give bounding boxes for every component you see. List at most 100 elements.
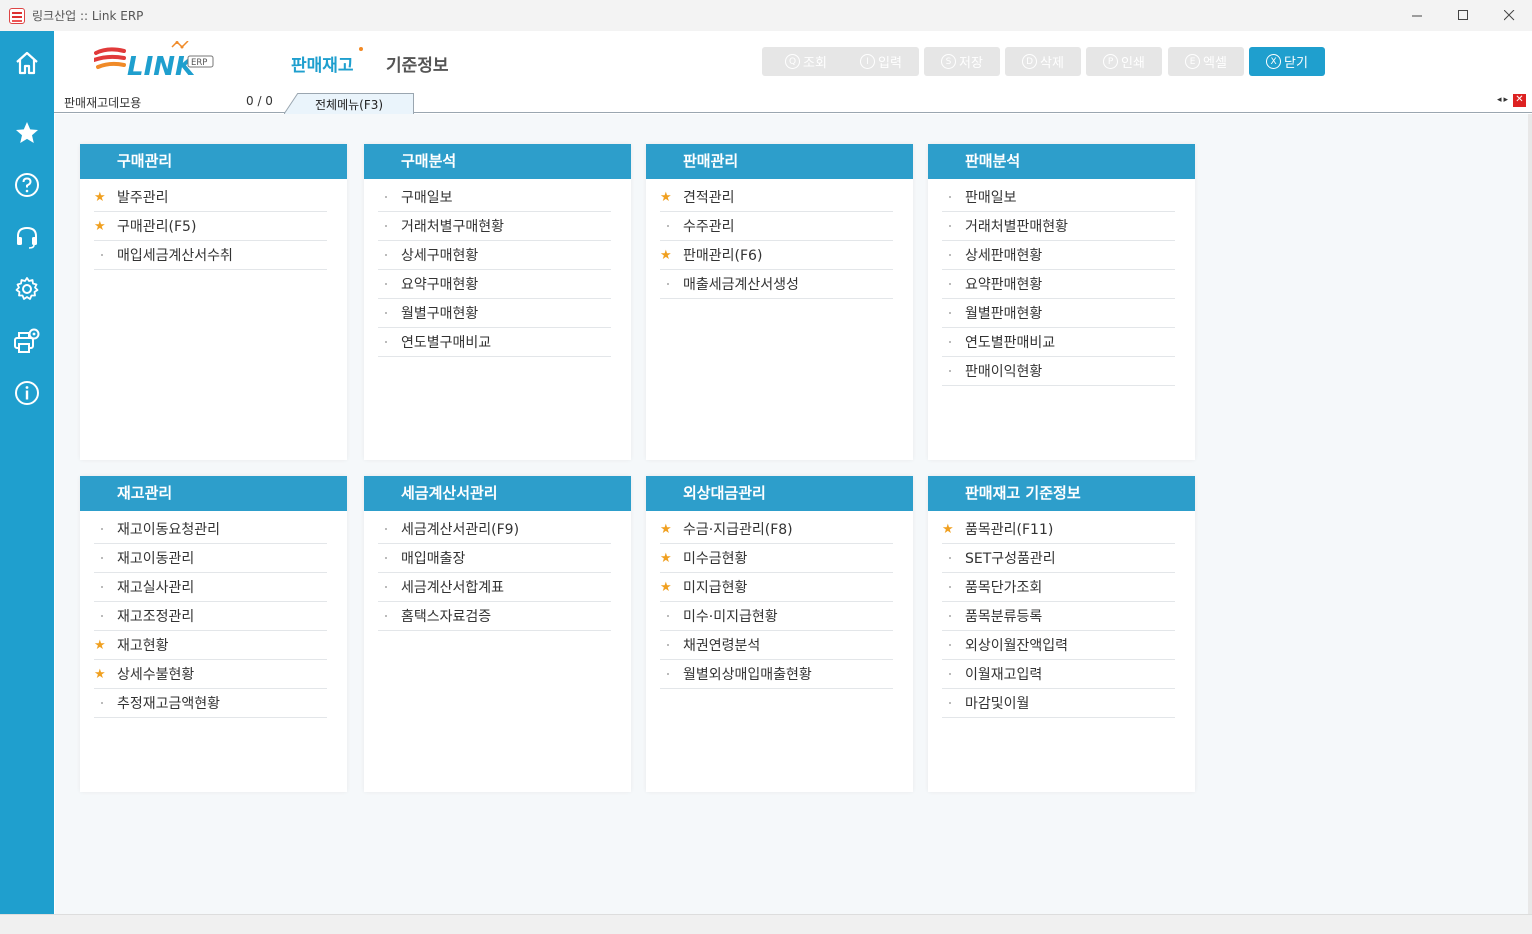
menu-item[interactable]: 재고실사관리	[94, 573, 327, 602]
menu-item[interactable]: ★ 상세수불현황	[94, 660, 327, 689]
menu-item[interactable]: 매입매출장	[378, 544, 611, 573]
menu-item[interactable]: 품목단가조회	[942, 573, 1175, 602]
menu-item-label: 재고이동요청관리	[117, 522, 221, 538]
favorite-star-icon[interactable]: ★	[94, 190, 106, 205]
menu-item-label: 채권연령분석	[683, 638, 761, 654]
menu-item[interactable]: ★ 미지급현황	[660, 573, 893, 602]
menu-item[interactable]: 세금계산서합계표	[378, 573, 611, 602]
bullet-dot-icon	[101, 702, 103, 704]
toolbar-button-label: 입력	[878, 56, 902, 71]
menu-item[interactable]: ★ 판매관리(F6)	[660, 241, 893, 270]
menu-item[interactable]: 이월재고입력	[942, 660, 1175, 689]
menu-item[interactable]: 연도별판매비교	[942, 328, 1175, 357]
menu-item[interactable]: ★ 구매관리(F5)	[94, 212, 327, 241]
toolbar-button-4[interactable]: P 인쇄	[1086, 47, 1162, 76]
menu-item[interactable]: 재고이동관리	[94, 544, 327, 573]
toolbar-button-2[interactable]: S 저장	[924, 47, 1000, 76]
star-icon[interactable]	[13, 119, 41, 147]
menu-item[interactable]: 마감및이월	[942, 689, 1175, 718]
menu-item[interactable]: 채권연령분석	[660, 631, 893, 660]
toolbar-button-5[interactable]: E 엑셀	[1168, 47, 1244, 76]
menu-item[interactable]: 추정재고금액현황	[94, 689, 327, 718]
menu-item[interactable]: 거래처별구매현황	[378, 212, 611, 241]
menu-item[interactable]: 외상이월잔액입력	[942, 631, 1175, 660]
toolbar-button-3[interactable]: D 삭제	[1005, 47, 1081, 76]
close-tab-button[interactable]: ✕	[1513, 94, 1526, 107]
menu-item[interactable]: 홈택스자료검증	[378, 602, 611, 631]
menu-card-title: 외상대금관리	[646, 476, 913, 511]
menu-item[interactable]: ★ 품목관리(F11)	[942, 515, 1175, 544]
favorite-star-icon[interactable]: ★	[660, 248, 672, 263]
nav-tab-sales-inventory[interactable]: 판매재고	[291, 51, 354, 76]
help-icon[interactable]	[13, 171, 41, 199]
favorite-star-icon[interactable]: ★	[660, 190, 672, 205]
menu-item[interactable]: 판매일보	[942, 183, 1175, 212]
link-erp-logo[interactable]: LINK ERP	[92, 40, 218, 82]
menu-card: 재고관리 재고이동요청관리 재고이동관리 재고실사관리 재고조정관리 ★ 재고현황 ★ 상세수불…	[80, 476, 347, 792]
menu-card: 판매재고 기준정보 ★ 품목관리(F11) SET구성품관리 품목단가조회 품목분류등록 외…	[928, 476, 1195, 792]
menu-item[interactable]: 거래처별판매현황	[942, 212, 1175, 241]
menu-item[interactable]: 세금계산서관리(F9)	[378, 515, 611, 544]
bullet-dot-icon	[385, 254, 387, 256]
favorite-star-icon[interactable]: ★	[660, 551, 672, 566]
menu-item[interactable]: ★ 수금·지급관리(F8)	[660, 515, 893, 544]
menu-card-title: 구매관리	[80, 144, 347, 179]
menu-item-label: SET구성품관리	[965, 551, 1056, 567]
menu-item[interactable]: 월별구매현황	[378, 299, 611, 328]
menu-item[interactable]: 매출세금계산서생성	[660, 270, 893, 299]
nav-tab-base-info[interactable]: 기준정보	[386, 51, 449, 76]
menu-item[interactable]: 월별판매현황	[942, 299, 1175, 328]
favorite-star-icon[interactable]: ★	[94, 638, 106, 653]
menu-item[interactable]: ★ 재고현황	[94, 631, 327, 660]
menu-item-label: 발주관리	[117, 190, 169, 206]
menu-item[interactable]: 재고조정관리	[94, 602, 327, 631]
printer-settings-icon[interactable]	[13, 327, 41, 355]
bullet-dot-icon	[385, 225, 387, 227]
favorite-star-icon[interactable]: ★	[660, 580, 672, 595]
menu-item-label: 미지급현황	[683, 580, 748, 596]
horizontal-scrollbar[interactable]	[0, 914, 1532, 934]
bullet-dot-icon	[385, 557, 387, 559]
info-icon[interactable]	[13, 379, 41, 407]
menu-item[interactable]: ★ 미수금현황	[660, 544, 893, 573]
home-icon[interactable]	[13, 49, 41, 77]
menu-item[interactable]: 매입세금계산서수취	[94, 241, 327, 270]
bullet-dot-icon	[385, 312, 387, 314]
menu-item[interactable]: 판매이익현황	[942, 357, 1175, 386]
maximize-button[interactable]	[1440, 0, 1486, 31]
menu-item[interactable]: 재고이동요청관리	[94, 515, 327, 544]
bullet-dot-icon	[385, 196, 387, 198]
menu-item[interactable]: 수주관리	[660, 212, 893, 241]
minimize-button[interactable]	[1394, 0, 1440, 31]
toolbar-button-1[interactable]: I 입력	[843, 47, 919, 76]
menu-item[interactable]: ★ 발주관리	[94, 183, 327, 212]
menu-item[interactable]: 구매일보	[378, 183, 611, 212]
toolbar-button-6[interactable]: X 닫기	[1249, 47, 1325, 76]
bullet-dot-icon	[101, 615, 103, 617]
menu-item[interactable]: 연도별구매비교	[378, 328, 611, 357]
toolbar-button-0[interactable]: Q 조회	[762, 47, 850, 76]
key-circle-icon: X	[1266, 54, 1282, 69]
menu-card: 판매관리 ★ 견적관리 수주관리 ★ 판매관리(F6) 매출세금계산서생성	[646, 144, 913, 460]
tab-all-menu[interactable]: 전체메뉴(F3)	[284, 93, 414, 114]
menu-item[interactable]: 상세구매현황	[378, 241, 611, 270]
menu-item[interactable]: ★ 견적관리	[660, 183, 893, 212]
tab-scroll-arrows[interactable]: ◂▸	[1497, 95, 1510, 105]
favorite-star-icon[interactable]: ★	[660, 522, 672, 537]
favorite-star-icon[interactable]: ★	[94, 219, 106, 234]
menu-item-label: 미수·미지급현황	[683, 609, 778, 625]
menu-item[interactable]: 월별외상매입매출현황	[660, 660, 893, 689]
close-window-button[interactable]	[1486, 0, 1532, 31]
menu-item[interactable]: 미수·미지급현황	[660, 602, 893, 631]
menu-item[interactable]: 요약구매현황	[378, 270, 611, 299]
menu-item-label: 품목분류등록	[965, 609, 1043, 625]
menu-item[interactable]: 상세판매현황	[942, 241, 1175, 270]
menu-item[interactable]: SET구성품관리	[942, 544, 1175, 573]
menu-item[interactable]: 요약판매현황	[942, 270, 1175, 299]
bullet-dot-icon	[949, 312, 951, 314]
menu-item[interactable]: 품목분류등록	[942, 602, 1175, 631]
favorite-star-icon[interactable]: ★	[94, 667, 106, 682]
favorite-star-icon[interactable]: ★	[942, 522, 954, 537]
headset-icon[interactable]	[13, 223, 41, 251]
gear-icon[interactable]	[13, 275, 41, 303]
